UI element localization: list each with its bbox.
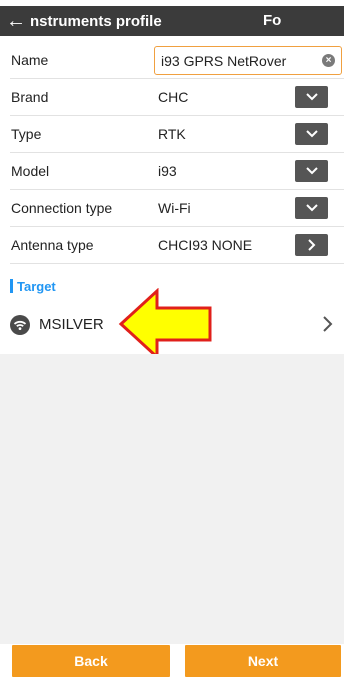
app-header: ← nstruments profile Fo	[0, 6, 344, 36]
connection-type-dropdown-button[interactable]	[295, 197, 328, 219]
type-value: RTK	[158, 126, 186, 142]
header-fade	[170, 6, 344, 36]
name-input[interactable]: i93 GPRS NetRover ×	[154, 46, 342, 75]
antenna-type-value: CHCI93 NONE	[158, 237, 253, 253]
model-row[interactable]: Model i93	[10, 153, 344, 190]
empty-content-area	[0, 354, 344, 644]
section-title: Target	[17, 278, 56, 294]
instrument-form: Name i93 GPRS NetRover × Brand CHC Type …	[10, 42, 344, 264]
antenna-type-label: Antenna type	[11, 237, 94, 253]
model-dropdown-button[interactable]	[295, 160, 328, 182]
model-value: i93	[158, 163, 177, 179]
chevron-down-icon	[305, 204, 318, 212]
chevron-down-icon	[305, 167, 318, 175]
back-button[interactable]: Back	[12, 645, 170, 677]
name-label: Name	[11, 52, 49, 68]
chevron-down-icon	[305, 93, 318, 101]
clear-icon[interactable]: ×	[322, 54, 335, 67]
connection-type-value: Wi-Fi	[158, 200, 191, 216]
brand-value: CHC	[158, 89, 189, 105]
next-button[interactable]: Next	[185, 645, 341, 677]
brand-label: Brand	[11, 89, 49, 105]
chevron-right-icon	[307, 239, 315, 251]
target-section-header: Target	[10, 278, 56, 294]
annotation-arrow-icon	[118, 288, 212, 360]
brand-dropdown-button[interactable]	[295, 86, 328, 108]
type-label: Type	[11, 126, 42, 142]
model-label: Model	[11, 163, 50, 179]
connection-type-label: Connection type	[11, 200, 113, 216]
back-arrow-icon[interactable]: ←	[2, 6, 30, 36]
chevron-right-icon	[323, 316, 333, 332]
antenna-type-button[interactable]	[295, 234, 328, 256]
brand-row[interactable]: Brand CHC	[10, 79, 344, 116]
antenna-type-row[interactable]: Antenna type CHCI93 NONE	[10, 227, 344, 264]
tab-next-screen[interactable]: Fo	[263, 6, 281, 36]
name-value: i93 GPRS NetRover	[161, 52, 287, 69]
connection-type-row[interactable]: Connection type Wi-Fi	[10, 190, 344, 227]
target-name: MSILVER	[39, 316, 104, 333]
chevron-down-icon	[305, 130, 318, 138]
page-title: nstruments profile	[30, 12, 162, 30]
type-row[interactable]: Type RTK	[10, 116, 344, 153]
name-row: Name i93 GPRS NetRover ×	[10, 42, 344, 79]
type-dropdown-button[interactable]	[295, 123, 328, 145]
section-accent-bar	[10, 279, 13, 293]
wifi-icon	[10, 315, 30, 335]
